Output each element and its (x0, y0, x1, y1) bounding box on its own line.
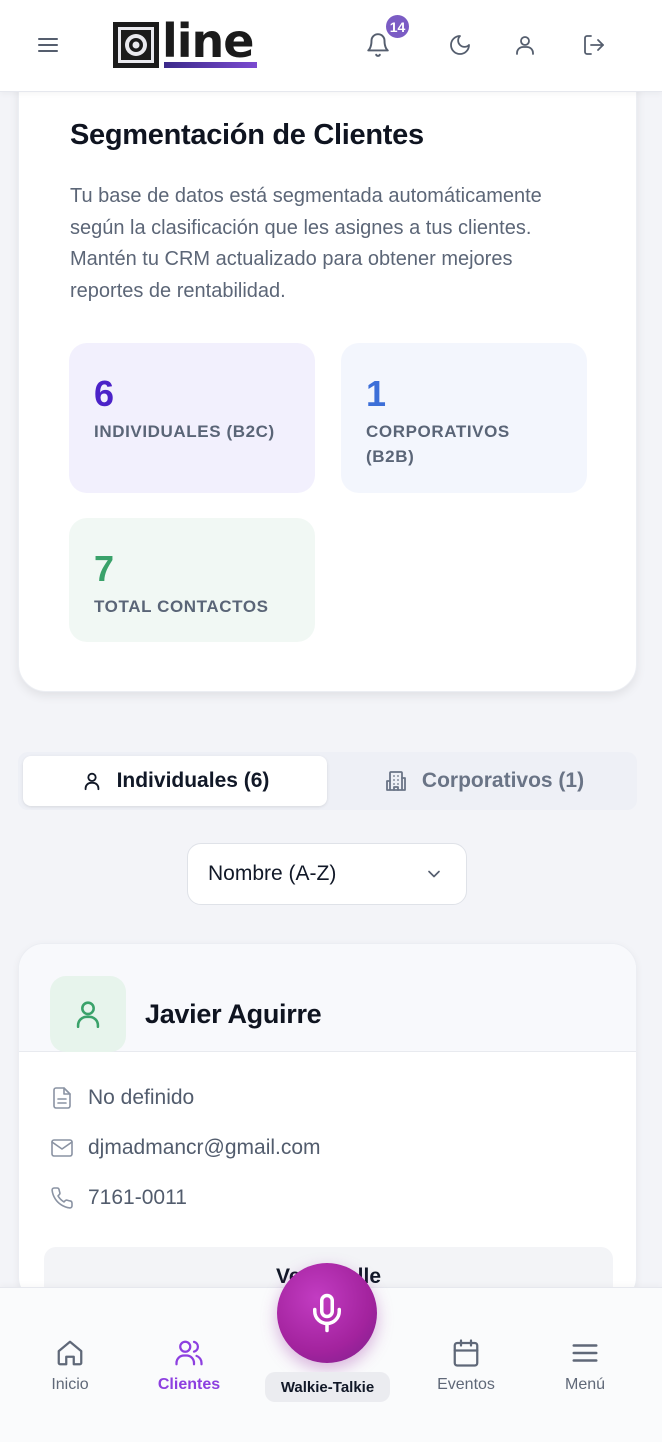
segmentation-card: Segmentación de Clientes Tu base de dato… (18, 60, 637, 692)
logo-text: line (162, 14, 254, 68)
walkie-talkie-button[interactable] (277, 1263, 377, 1363)
client-phone[interactable]: 7161-0011 (88, 1186, 187, 1210)
segmentation-title: Segmentación de Clientes (70, 119, 424, 151)
users-icon (175, 1340, 203, 1366)
nav-label: Menú (564, 1376, 606, 1393)
logout-icon[interactable] (574, 25, 614, 65)
tab-individuales[interactable]: Individuales (6) (23, 756, 327, 806)
segmentation-description: Tu base de datos está segmentada automát… (70, 185, 542, 302)
client-name: Javier Aguirre (145, 999, 322, 1029)
home-icon (57, 1340, 83, 1366)
notification-badge: 14 (384, 13, 411, 40)
sort-select[interactable]: Nombre (A-Z) (187, 843, 467, 905)
client-card-header: Javier Aguirre (19, 944, 636, 1052)
user-profile-icon[interactable] (505, 25, 545, 65)
client-type-tabs: Individuales (6) Corporativos (1) (18, 752, 637, 810)
phone-icon (51, 1187, 73, 1209)
nav-item-clientes[interactable]: Clientes (139, 1338, 239, 1394)
mic-icon (313, 1293, 341, 1333)
dark-mode-icon[interactable] (440, 25, 480, 65)
stat-label: CORPORATIVOS (B2B) (366, 422, 510, 466)
nav-item-eventos[interactable]: Eventos (416, 1338, 516, 1394)
stat-corporativos: 1 CORPORATIVOS (B2B) (341, 343, 587, 493)
tab-label: Individuales (6) (116, 769, 270, 792)
stat-value: 7 (94, 548, 115, 589)
client-document-row: No definido (50, 1086, 194, 1110)
client-phone-row: 7161-0011 (50, 1186, 187, 1210)
stat-label: INDIVIDUALES (B2C) (94, 422, 275, 441)
nav-label: Clientes (157, 1376, 221, 1393)
user-icon (84, 772, 99, 791)
logo-underline (164, 62, 257, 68)
mail-icon (51, 1139, 73, 1157)
client-email[interactable]: djmadmancr@gmail.com (88, 1136, 321, 1160)
stat-label: TOTAL CONTACTOS (94, 597, 269, 616)
client-email-row: djmadmancr@gmail.com (50, 1136, 321, 1160)
client-document: No definido (88, 1086, 195, 1109)
tab-label: Corporativos (1) (421, 769, 585, 792)
walkie-talkie-label[interactable]: Walkie-Talkie (265, 1372, 390, 1402)
chevron-down-icon (428, 870, 440, 878)
stat-individuales: 6 INDIVIDUALES (B2C) (69, 343, 315, 493)
nav-item-menu[interactable]: Menú (535, 1338, 635, 1394)
sort-selected-value: Nombre (A-Z) (208, 862, 337, 885)
stat-value: 1 (366, 373, 387, 414)
app-logo[interactable]: line (112, 14, 260, 70)
avatar (50, 976, 126, 1052)
client-card[interactable]: Javier Aguirre No definido djmadmancr@gm… (18, 943, 637, 1303)
building-icon (386, 771, 406, 791)
nav-item-inicio[interactable]: Inicio (20, 1338, 120, 1394)
menu-icon (572, 1344, 598, 1362)
tab-corporativos[interactable]: Corporativos (1) (336, 756, 632, 806)
nav-label: Inicio (51, 1376, 89, 1393)
logo-mark-icon (113, 22, 159, 68)
top-header: line 14 (0, 0, 662, 92)
stat-value: 6 (94, 373, 115, 414)
user-icon (76, 1001, 100, 1029)
stat-total: 7 TOTAL CONTACTOS (69, 518, 315, 642)
calendar-icon (453, 1339, 479, 1367)
nav-label: Eventos (437, 1376, 495, 1393)
document-icon (53, 1087, 71, 1109)
hamburger-menu-icon[interactable] (28, 25, 68, 65)
